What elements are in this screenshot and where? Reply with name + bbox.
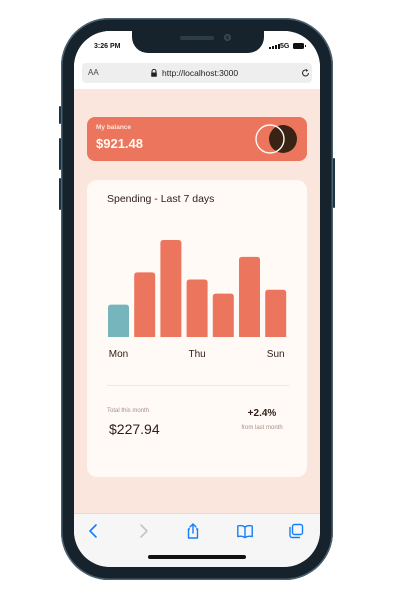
change-label: from last month [241, 425, 283, 431]
bar-thu[interactable] [186, 279, 208, 337]
speaker-grille [180, 36, 214, 40]
silent-switch [59, 106, 61, 124]
bar-fri[interactable] [212, 293, 234, 337]
reload-icon[interactable] [301, 68, 310, 78]
balance-amount: $921.48 [96, 136, 143, 151]
status-time: 3:26 PM [94, 43, 121, 50]
bar-mon[interactable] [108, 304, 129, 337]
lock-icon [151, 69, 157, 77]
change-percent: +2.4% [247, 408, 277, 419]
bar-sun[interactable] [265, 289, 287, 337]
notch [132, 31, 264, 53]
browser-address-bar: AA http://localhost:3000 [74, 61, 320, 89]
url-text[interactable]: http://localhost:3000 [162, 68, 238, 78]
status-bar: 3:26 PM 5G [74, 31, 320, 61]
tick-label-thu: Thu [188, 349, 205, 360]
bar-wed[interactable] [160, 240, 182, 337]
two-circles-logo [255, 124, 297, 154]
balance-card: My balance $921.48 [87, 117, 307, 161]
chevron-left-icon[interactable] [85, 522, 103, 540]
text-size-button[interactable]: AA [88, 68, 99, 77]
divider [107, 385, 289, 386]
book-icon[interactable] [236, 522, 254, 540]
bar-sat[interactable] [239, 256, 260, 337]
bar-tue[interactable] [134, 272, 156, 337]
phone-screen: 3:26 PM 5G AA http://localhost:3000 My b… [74, 31, 320, 567]
browser-toolbar [74, 513, 320, 567]
network-label: 5G [280, 43, 290, 50]
home-indicator [148, 555, 246, 559]
volume-down-button [59, 178, 61, 210]
total-month-label: Total this month [107, 408, 150, 414]
tick-label-sun: Sun [267, 349, 285, 360]
tick-label-mon: Mon [109, 349, 128, 360]
battery-icon [293, 43, 306, 49]
spending-card: Spending - Last 7 days Mon Thu Sun Total t… [87, 180, 307, 477]
total-month-value: $227.94 [109, 421, 160, 437]
share-icon[interactable] [184, 522, 202, 540]
signal-icon [269, 44, 280, 49]
power-button [333, 158, 335, 208]
page-content: My balance $921.48 Spending - Last 7 day… [74, 89, 320, 513]
url-field[interactable]: AA http://localhost:3000 [82, 63, 312, 83]
tabs-icon[interactable] [287, 522, 305, 540]
chevron-right-icon[interactable] [134, 522, 152, 540]
front-camera [224, 34, 231, 41]
balance-label: My balance [96, 124, 132, 131]
volume-up-button [59, 138, 61, 170]
